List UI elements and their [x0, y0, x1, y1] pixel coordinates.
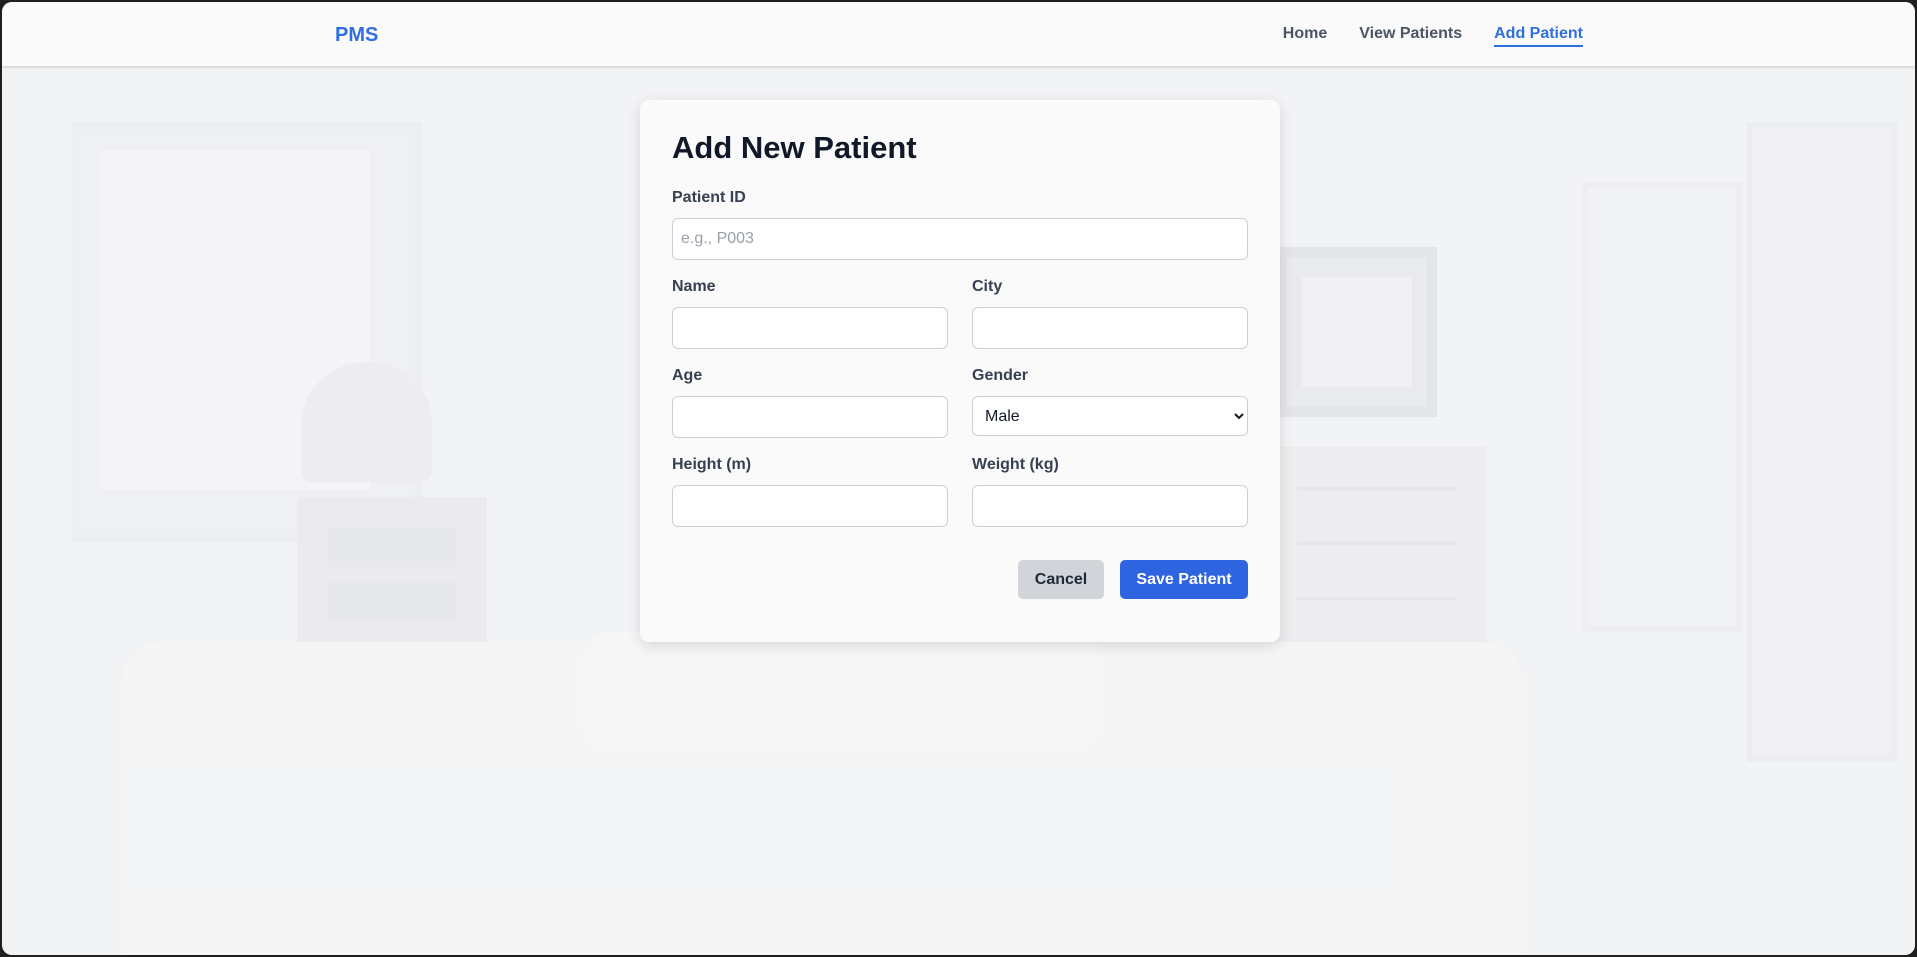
gender-select[interactable]: Male: [972, 396, 1248, 436]
patient-id-input[interactable]: [672, 218, 1248, 260]
save-patient-button[interactable]: Save Patient: [1120, 560, 1248, 599]
age-label: Age: [672, 367, 703, 384]
patient-id-label: Patient ID: [672, 189, 746, 206]
nav-links: Home View Patients Add Patient: [1283, 25, 1583, 47]
cancel-button[interactable]: Cancel: [1018, 560, 1104, 599]
form-actions: Cancel Save Patient: [672, 560, 1248, 599]
height-label: Height (m): [672, 456, 752, 473]
city-field: City: [972, 277, 1248, 349]
age-gender-row: Age Gender Male: [672, 366, 1248, 455]
age-field: Age: [672, 366, 948, 438]
gender-label: Gender: [972, 367, 1029, 384]
nav-link-view-patients[interactable]: View Patients: [1359, 25, 1462, 47]
form-title: Add New Patient: [672, 130, 917, 165]
city-input[interactable]: [972, 307, 1248, 349]
name-city-row: Name City: [672, 277, 1248, 366]
top-navbar: PMS Home View Patients Add Patient: [2, 2, 1915, 66]
nav-link-home[interactable]: Home: [1283, 25, 1327, 47]
city-label: City: [972, 278, 1003, 295]
browser-viewport: PMS Home View Patients Add Patient Add N…: [2, 2, 1915, 955]
name-input[interactable]: [672, 307, 948, 349]
name-label: Name: [672, 278, 716, 295]
name-field: Name: [672, 277, 948, 349]
nav-link-add-patient[interactable]: Add Patient: [1494, 25, 1583, 47]
gender-field: Gender Male: [972, 366, 1248, 438]
patient-id-field: Patient ID: [672, 188, 1248, 260]
weight-label: Weight (kg): [972, 456, 1059, 473]
age-input[interactable]: [672, 396, 948, 438]
height-input[interactable]: [672, 485, 948, 527]
weight-field: Weight (kg): [972, 455, 1248, 527]
height-weight-row: Height (m) Weight (kg): [672, 455, 1248, 544]
weight-input[interactable]: [972, 485, 1248, 527]
add-patient-form: Add New Patient Patient ID Name City Age…: [640, 100, 1280, 642]
height-field: Height (m): [672, 455, 948, 527]
brand-logo[interactable]: PMS: [335, 24, 378, 47]
